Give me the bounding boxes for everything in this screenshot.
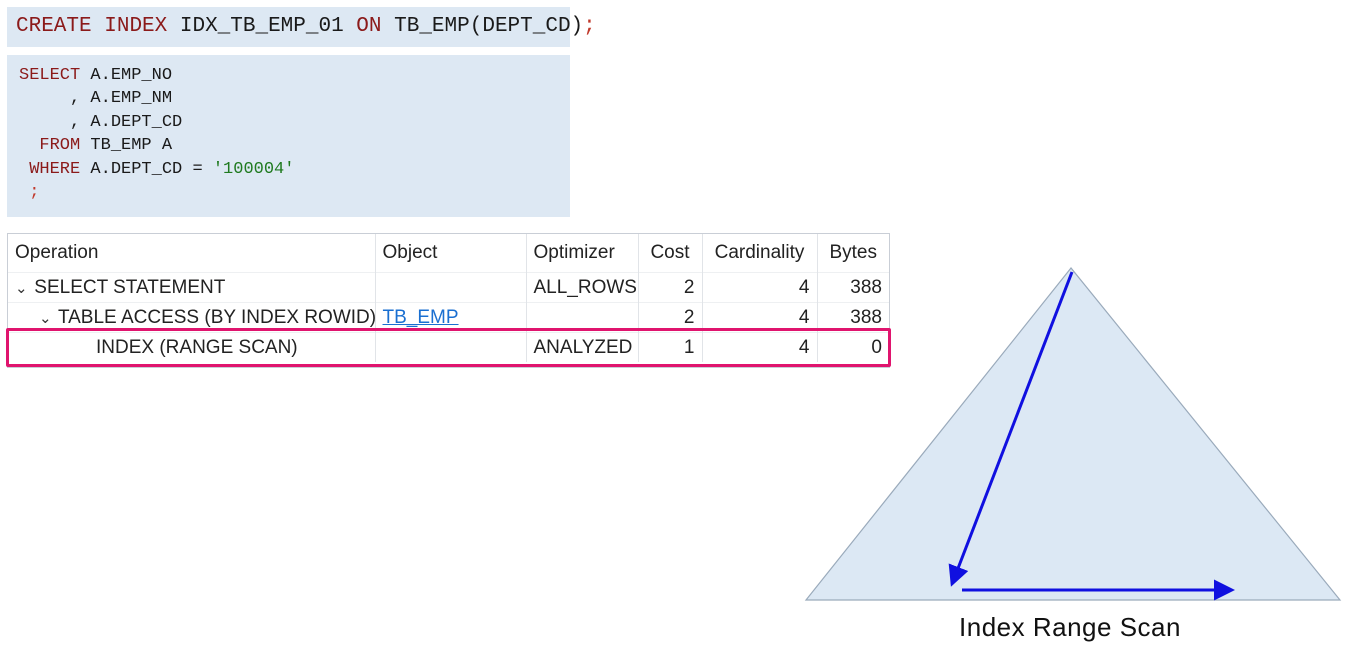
select-column-2: , A.EMP_NM: [70, 89, 173, 109]
sql-keyword-select: SELECT: [19, 66, 81, 85]
header-optimizer[interactable]: Optimizer: [526, 234, 639, 273]
from-table: TB_EMP A: [90, 136, 173, 156]
index-tree-triangle: [804, 267, 1342, 601]
index-target: TB_EMP(DEPT_CD): [394, 15, 584, 38]
chevron-down-icon[interactable]: ⌄: [39, 309, 53, 327]
operation-cell: TABLE ACCESS (BY INDEX ROWID): [57, 306, 375, 328]
header-operation[interactable]: Operation: [8, 234, 376, 273]
header-object[interactable]: Object: [375, 234, 527, 273]
select-column-1: A.EMP_NO: [90, 66, 173, 85]
index-tree-diagram: [804, 267, 1342, 601]
cost-cell: 2: [638, 272, 703, 303]
plan-row[interactable]: ⌄ SELECT STATEMENT ALL_ROWS 2 4 388: [8, 272, 889, 303]
sql-keyword-create: CREATE: [16, 15, 92, 38]
select-column-3: , A.DEPT_CD: [70, 112, 183, 132]
create-index-sql: CREATE INDEX IDX_TB_EMP_01 ON TB_EMP(DEP…: [7, 7, 596, 47]
sql-keyword-where: WHERE: [29, 159, 81, 179]
operation-cell: SELECT STATEMENT: [34, 276, 226, 298]
sql-keyword-on: ON: [356, 15, 382, 38]
header-cost[interactable]: Cost: [638, 234, 703, 273]
sql-semicolon: ;: [583, 15, 596, 38]
optimizer-cell: ALL_ROWS: [526, 272, 639, 303]
plan-header-row: Operation Object Optimizer Cost Cardinal…: [8, 234, 889, 273]
object-link[interactable]: TB_EMP: [383, 307, 459, 328]
sql-semicolon: ;: [29, 183, 40, 203]
index-name: IDX_TB_EMP_01: [179, 15, 344, 38]
where-condition: A.DEPT_CD =: [90, 159, 213, 179]
sql-keyword-index: INDEX: [104, 15, 168, 38]
select-sql: SELECT A.EMP_NO , A.EMP_NM , A.DEPT_CD F…: [7, 55, 570, 217]
sql-keyword-from: FROM: [39, 136, 81, 156]
chevron-down-icon[interactable]: ⌄: [15, 279, 29, 297]
object-cell: [375, 272, 527, 303]
where-value: '100004': [212, 159, 295, 179]
range-scan-highlight-box: [6, 328, 891, 367]
diagram-caption: Index Range Scan: [959, 612, 1181, 642]
